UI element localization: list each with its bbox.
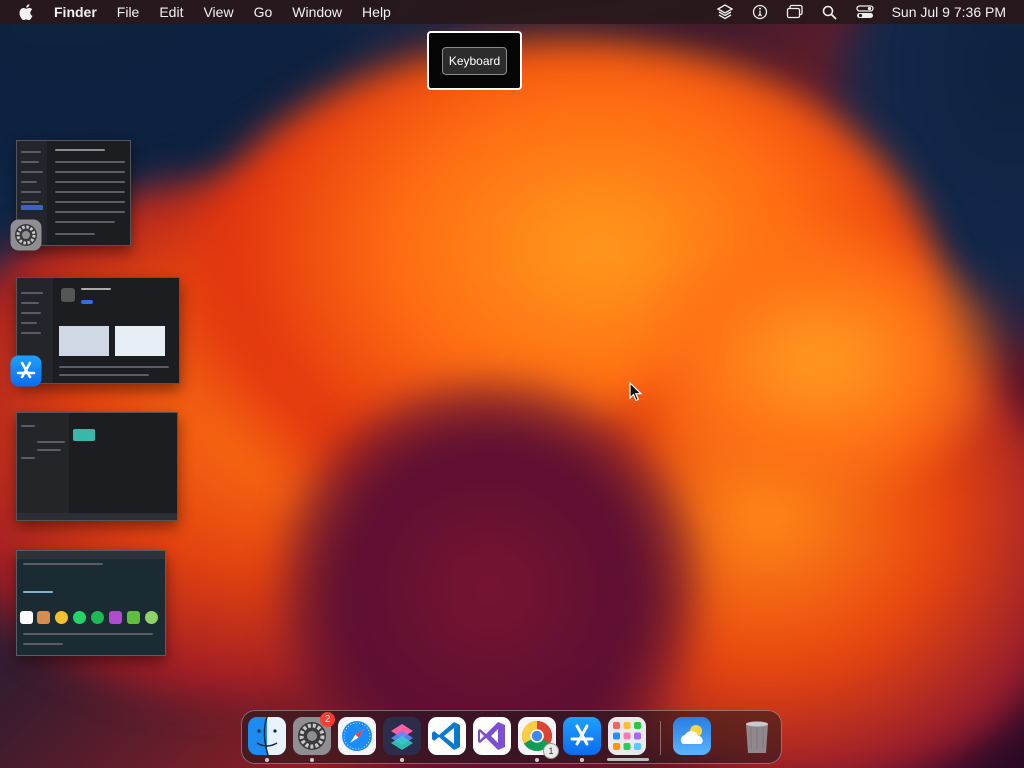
dock-weather[interactable] xyxy=(672,716,712,756)
spotlight-search-icon[interactable] xyxy=(821,3,839,21)
weather-icon xyxy=(673,717,711,755)
dock-visual-studio[interactable] xyxy=(472,716,512,756)
dock: 2 1 xyxy=(241,710,782,764)
dock-chrome[interactable]: 1 xyxy=(517,716,559,759)
dock-shortcuts[interactable] xyxy=(382,716,422,756)
dock-running-indicator xyxy=(535,758,539,762)
dock-separator xyxy=(660,721,661,755)
apple-menu-icon[interactable] xyxy=(16,2,36,22)
menu-file[interactable]: File xyxy=(117,0,140,24)
keyboard-hud-label[interactable]: Keyboard xyxy=(441,46,508,75)
menu-window[interactable]: Window xyxy=(292,0,342,24)
dock-safari[interactable] xyxy=(337,716,377,756)
settings-icon xyxy=(10,219,42,251)
dock-running-indicator xyxy=(400,758,404,762)
launchpad-icon xyxy=(608,717,646,755)
menu-app-finder[interactable]: Finder xyxy=(54,0,97,24)
screen-mirroring-icon[interactable] xyxy=(786,3,804,21)
dock-finder[interactable] xyxy=(247,716,287,756)
dock-scroll-indicator xyxy=(607,758,649,761)
finder-icon xyxy=(248,716,286,756)
stage-window-browser[interactable] xyxy=(16,550,166,656)
menubar-clock[interactable]: Sun Jul 9 7:36 PM xyxy=(892,4,1006,20)
notification-badge: 1 xyxy=(543,743,559,759)
menu-bar: Finder File Edit View Go Window Help Sun… xyxy=(0,0,1024,24)
control-center-icon[interactable] xyxy=(855,3,874,21)
keyboard-hud: Keyboard xyxy=(427,31,522,90)
menu-go[interactable]: Go xyxy=(254,0,273,24)
dock-trash[interactable] xyxy=(737,716,777,756)
menu-edit[interactable]: Edit xyxy=(159,0,183,24)
vscode-icon xyxy=(428,717,466,755)
shortcuts-icon xyxy=(383,717,421,755)
safari-icon xyxy=(338,717,376,755)
dock-vscode[interactable] xyxy=(427,716,467,756)
dock-system-settings[interactable]: 2 xyxy=(292,712,335,756)
dock-app-store[interactable] xyxy=(562,716,602,756)
dock-running-indicator xyxy=(310,758,314,762)
notification-badge: 2 xyxy=(320,712,335,727)
dock-running-indicator xyxy=(265,758,269,762)
dock-launchpad[interactable] xyxy=(607,716,647,756)
accessibility-icon[interactable] xyxy=(751,3,769,21)
app-store-icon xyxy=(10,355,42,387)
visual-studio-icon xyxy=(473,717,511,755)
stage-window-dark-editor[interactable] xyxy=(16,412,178,521)
mouse-cursor-icon xyxy=(629,381,643,402)
app-store-icon xyxy=(563,717,601,755)
trash-icon xyxy=(746,721,768,753)
layers-icon[interactable] xyxy=(716,3,734,21)
dock-running-indicator xyxy=(580,758,584,762)
menu-view[interactable]: View xyxy=(203,0,233,24)
menu-help[interactable]: Help xyxy=(362,0,391,24)
